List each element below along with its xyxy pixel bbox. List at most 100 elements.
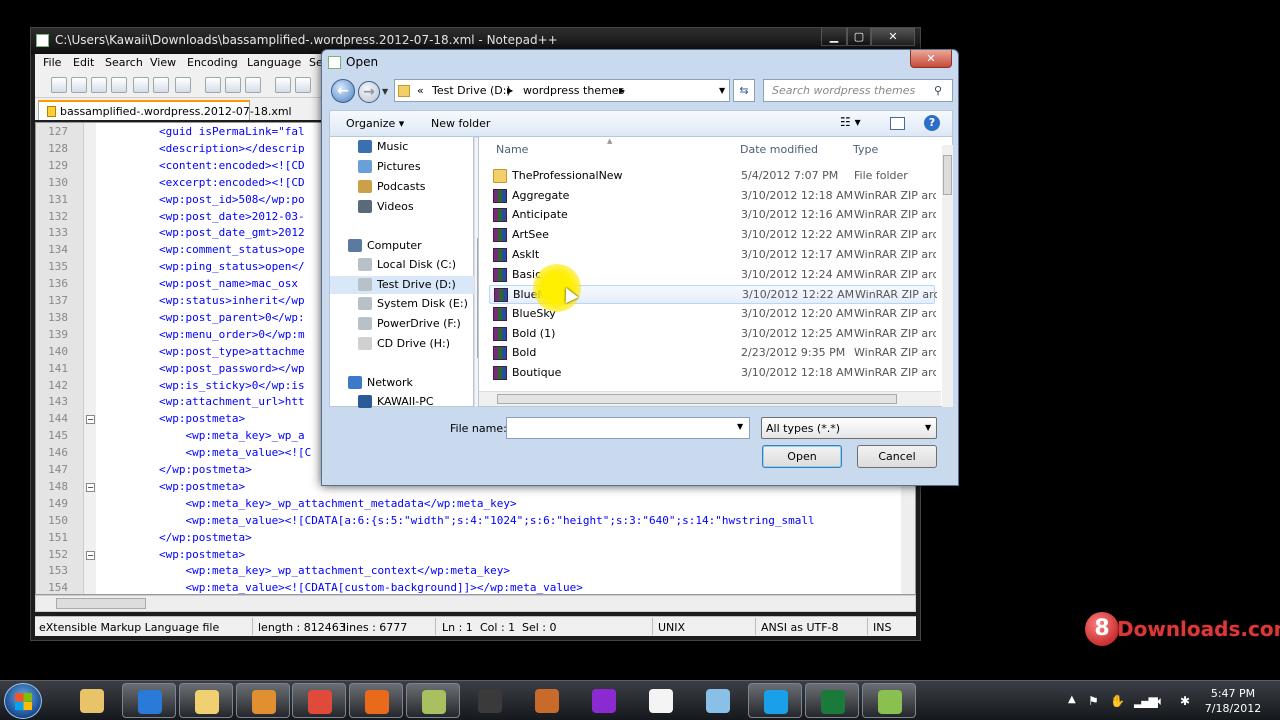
code-line[interactable]: <content:encoded><![CD [106,159,305,172]
code-line[interactable]: <wp:meta_value><![C [106,446,311,459]
nav-item-cd[interactable]: CD Drive (H:) [330,335,474,353]
file-scroll-thumb[interactable] [943,155,952,195]
new-folder-button[interactable]: New folder [431,117,490,130]
file-row[interactable]: Bold (1) 3/10/2012 12:25 AM WinRAR ZIP arc… [489,325,936,344]
horizontal-scrollbar[interactable] [35,595,916,612]
code-line[interactable]: <wp:postmeta> [106,412,245,425]
taskbar-excel[interactable] [805,683,859,718]
menu-encoding[interactable]: Encoding [187,56,238,69]
code-line[interactable]: <wp:comment_status>ope [106,243,305,256]
file-row[interactable]: Anticipate 3/10/2012 12:16 AM WinRAR ZIP a… [489,206,936,225]
file-row[interactable]: Aggregate 3/10/2012 12:18 AM WinRAR ZIP ar… [489,187,936,206]
file-row[interactable]: Boutique 3/10/2012 12:18 AM WinRAR ZIP arc… [489,364,936,383]
new-file-icon[interactable] [51,77,67,93]
dialog-close-button[interactable]: ✕ [910,50,952,68]
column-date-modified[interactable]: Date modified [740,143,818,156]
minimize-button[interactable]: ▁ [821,28,847,46]
show-hidden-icons[interactable]: ▲ [1068,694,1076,705]
nav-item-drive[interactable]: System Disk (E:) [330,295,474,313]
open-button[interactable]: Open [762,445,842,468]
help-icon[interactable]: ? [924,115,940,131]
file-row[interactable]: Bold 2/23/2012 9:35 PM WinRAR ZIP archi [489,344,936,363]
copy-icon[interactable] [225,77,241,93]
tray-app-icon[interactable]: ✋ [1110,694,1125,708]
code-line[interactable]: </wp:postmeta> [106,463,252,476]
taskbar-notes[interactable] [406,683,460,718]
nav-item-network[interactable]: Network [330,374,474,392]
redo-icon[interactable] [295,77,311,93]
file-row[interactable]: AskIt 3/10/2012 12:17 AMWinRAR ZIP archi [489,246,936,265]
address-dropdown-icon[interactable]: ▼ [719,86,725,95]
nav-item-music[interactable]: Music [330,138,474,156]
code-line[interactable]: <wp:post_date_gmt>2012 [106,226,305,239]
taskbar-torrent[interactable] [577,683,631,718]
taskbar-winamp[interactable] [463,683,517,718]
taskbar-notebook[interactable] [634,683,688,718]
code-line[interactable]: <description></descrip [106,142,305,155]
close-button[interactable]: ✕ [871,28,915,46]
forward-button[interactable]: → [358,81,380,103]
network-icon[interactable]: ▂▄▆ [1134,694,1158,708]
taskbar-media-player[interactable] [236,683,290,718]
fold-toggle-icon[interactable]: − [86,550,95,560]
view-options-icon[interactable]: ☷ ▾ [840,115,861,129]
file-name-input[interactable]: ▼ [506,417,750,439]
menu-edit[interactable]: Edit [73,56,94,69]
nav-item-pictures[interactable]: Pictures [330,158,474,176]
organize-button[interactable]: Organize ▾ [346,117,404,130]
code-line[interactable]: <wp:ping_status>open</ [106,260,305,273]
scroll-thumb[interactable] [56,598,146,609]
fold-toggle-icon[interactable]: − [86,415,95,425]
code-line[interactable]: <excerpt:encoded><![CD [106,176,305,189]
code-line[interactable]: <wp:postmeta> [106,548,245,561]
save-all-icon[interactable] [111,77,127,93]
nav-item-drive[interactable]: Local Disk (C:) [330,256,474,274]
code-line[interactable]: <wp:meta_key>_wp_attachment_context</wp:… [106,564,510,577]
code-line[interactable]: <wp:meta_value><![CDATA[custom-backgroun… [106,581,582,594]
taskbar-ie[interactable] [122,683,176,718]
breadcrumb-drive[interactable]: Test Drive (D:) [432,84,511,97]
chevron-right-icon[interactable]: ▶ [619,86,625,95]
code-line[interactable]: <wp:post_name>mac_osx [106,277,305,290]
close-all-icon[interactable] [153,77,169,93]
save-icon[interactable] [91,77,107,93]
code-line[interactable]: <wp:post_type>attachme [106,345,305,358]
file-type-select[interactable]: All types (*.*) ▼ [761,417,937,439]
taskbar-skype[interactable] [748,683,802,718]
column-type[interactable]: Type [853,143,878,156]
open-file-icon[interactable] [71,77,87,93]
code-line[interactable]: <wp:is_sticky>0</wp:is [106,379,305,392]
search-input[interactable]: Search wordpress themes ⚲ [763,79,953,102]
tab-xml-file[interactable]: bassamplified-.wordpress.2012-07-18.xml [38,100,292,120]
file-hscroll-thumb[interactable] [497,394,897,404]
undo-icon[interactable] [275,77,291,93]
taskbar-explorer[interactable] [65,683,119,718]
nav-item-drive[interactable]: PowerDrive (F:) [330,315,474,333]
breadcrumb-overflow[interactable]: « [417,84,424,97]
breadcrumb-folder[interactable]: wordpress themes [523,84,624,97]
menu-file[interactable]: File [43,56,61,69]
code-line[interactable]: </wp:postmeta> [106,531,252,544]
start-button[interactable] [4,683,42,719]
code-line[interactable]: <wp:post_password></wp [106,362,305,375]
code-line[interactable]: <wp:status>inherit</wp [106,294,305,307]
code-line[interactable]: <guid isPermaLink="fal [106,125,305,138]
cancel-button[interactable]: Cancel [857,445,937,468]
print-icon[interactable] [175,77,191,93]
code-line[interactable]: <wp:menu_order>0</wp:m [106,328,305,341]
code-line[interactable]: <wp:meta_key>_wp_a [106,429,304,442]
code-line[interactable]: <wp:meta_value><![CDATA[a:6:{s:5:"width"… [106,514,814,527]
nav-item-videos[interactable]: Videos [330,198,474,216]
taskbar-tools[interactable] [520,683,574,718]
flag-icon[interactable]: ⚑ [1088,694,1099,708]
preview-pane-icon[interactable] [890,117,905,130]
menu-search[interactable]: Search [105,56,143,69]
file-scrollbar[interactable] [942,145,953,407]
code-line[interactable]: <wp:post_date>2012-03- [106,210,305,223]
taskbar-notepad++[interactable] [862,683,916,718]
code-line[interactable]: <wp:post_parent>0</wp: [106,311,305,324]
back-button[interactable]: ← [331,79,355,103]
nav-item-computer[interactable]: Computer [330,237,474,255]
bluetooth-icon[interactable]: ✱ [1180,694,1190,708]
file-horizontal-scrollbar[interactable] [479,391,941,406]
